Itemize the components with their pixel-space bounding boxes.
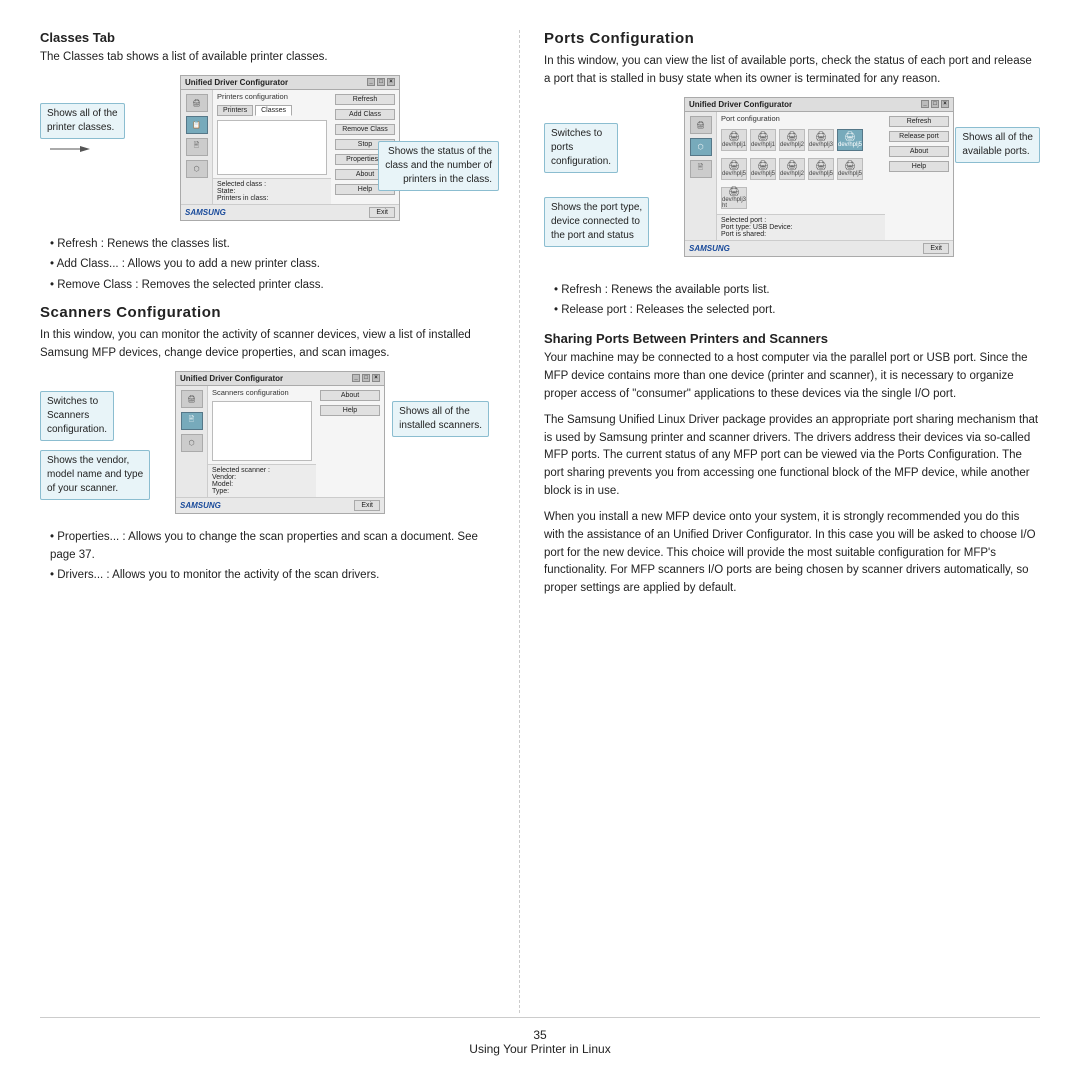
callout-switches-scanners: Switches toScannersconfiguration.: [40, 391, 114, 441]
right-column: Ports Configuration In this window, you …: [520, 30, 1040, 1013]
screenshot-footer: SAMSUNG Exit: [181, 204, 399, 220]
sidebar-ports-icon: ⬡: [690, 138, 712, 156]
sidebar-printer-icon3: 🖨: [690, 116, 712, 134]
ss-tab-printers[interactable]: Printers: [217, 105, 253, 116]
screenshot-titlebar: Unified Driver Configurator _ □ ×: [181, 76, 399, 90]
classes-tab-section: Classes Tab The Classes tab shows a list…: [40, 30, 499, 294]
classes-tab-screenshot-container: Shows all of theprinter classes. Unified…: [40, 75, 499, 221]
sharing-para1: Your machine may be connected to a host …: [544, 350, 1040, 403]
classes-tab-title: Classes Tab: [40, 30, 499, 45]
scanners-bullet-list: Properties... : Allows you to change the…: [50, 528, 499, 585]
sidebar-scan-icon2: 🖹: [690, 160, 712, 178]
callout-class-status: Shows the status of theclass and the num…: [378, 141, 499, 191]
ports-body: In this window, you can view the list of…: [544, 53, 1040, 89]
footer-text: Using Your Printer in Linux: [469, 1042, 610, 1056]
bullet-drivers: Drivers... : Allows you to monitor the a…: [50, 566, 499, 584]
callout-vendor: Shows the vendor,model name and typeof y…: [40, 450, 150, 500]
sharing-para3: When you install a new MFP device onto y…: [544, 509, 1040, 598]
screenshot-sidebar: 🖨 📋 🖹 ⬡: [181, 90, 213, 204]
sharing-para2: The Samsung Unified Linux Driver package…: [544, 412, 1040, 501]
callout-switches-ports: Switches toportsconfiguration.: [544, 123, 618, 173]
ss-ports-help-btn[interactable]: Help: [889, 161, 949, 172]
port-icons-row2: 🖨dev/hplj5 🖨dev/hplj5 🖨dev/hplj2 🖨dev/hp…: [717, 156, 885, 182]
bullet-addclass: Add Class... : Allows you to add a new p…: [50, 255, 499, 273]
callout-printer-classes: Shows all of theprinter classes.: [40, 103, 125, 159]
scanner-list-area: [212, 401, 312, 461]
sidebar-scanner-icon: 🖹: [181, 412, 203, 430]
ss-removeclass-btn[interactable]: Remove Class: [335, 124, 395, 135]
ports-bullet-list: Refresh : Renews the available ports lis…: [554, 281, 1040, 320]
scanners-body: In this window, you can monitor the acti…: [40, 327, 499, 363]
sharing-title: Sharing Ports Between Printers and Scann…: [544, 331, 1040, 346]
bullet-ports-refresh: Refresh : Renews the available ports lis…: [554, 281, 1040, 299]
sidebar-scan-icon: 🖹: [186, 138, 208, 156]
ss-scanner-about-btn[interactable]: About: [320, 390, 380, 401]
bullet-properties: Properties... : Allows you to change the…: [50, 528, 499, 565]
port-icons-row1: 🖨dev/hplj1 🖨dev/hplj1 🖨dev/hplj2 🖨dev/hp…: [717, 127, 885, 153]
ss-addclass-btn[interactable]: Add Class: [335, 109, 395, 120]
classes-list-area: [217, 120, 327, 175]
sharing-section: Sharing Ports Between Printers and Scann…: [544, 331, 1040, 598]
classes-screenshot: Unified Driver Configurator _ □ × 🖨 📋: [180, 75, 400, 221]
port-icons-row3: 🖨dev/hplj3 ht: [717, 185, 885, 211]
ports-sidebar: 🖨 ⬡ 🖹: [685, 112, 717, 240]
ports-title: Ports Configuration: [544, 30, 1040, 47]
bullet-refresh: Refresh : Renews the classes list.: [50, 235, 499, 253]
page-number: 35: [533, 1028, 546, 1042]
ss-exit-btn[interactable]: Exit: [369, 207, 395, 218]
ss-ports-about-btn[interactable]: About: [889, 146, 949, 157]
scanners-screenshot-container: Switches toScannersconfiguration. Unifie…: [40, 371, 499, 514]
bullet-removeclass: Remove Class : Removes the selected prin…: [50, 276, 499, 294]
ss-ports-exit-btn[interactable]: Exit: [923, 243, 949, 254]
ss-ports-refresh-btn[interactable]: Refresh: [889, 116, 949, 127]
sidebar-port-icon: ⬡: [186, 160, 208, 178]
ss-scanner-exit-btn[interactable]: Exit: [354, 500, 380, 511]
scanners-screenshot: Unified Driver Configurator _ □ × 🖨 🖹: [175, 371, 385, 514]
ss-release-port-btn[interactable]: Release port: [889, 131, 949, 142]
scanners-section: Scanners Configuration In this window, y…: [40, 304, 499, 585]
ports-screenshot-container: Switches toportsconfiguration. Unified D…: [544, 97, 1040, 267]
ports-screenshot: Unified Driver Configurator _ □ × 🖨 ⬡: [684, 97, 954, 257]
classes-tab-body: The Classes tab shows a list of availabl…: [40, 49, 499, 67]
two-column-layout: Classes Tab The Classes tab shows a list…: [40, 30, 1040, 1013]
ss-scanner-help-btn[interactable]: Help: [320, 405, 380, 416]
callout-installed-scanners: Shows all of theinstalled scanners.: [392, 401, 489, 437]
ss-refresh-btn[interactable]: Refresh: [335, 94, 395, 105]
callout-arrow-1: [40, 139, 90, 159]
classes-bullet-list: Refresh : Renews the classes list. Add C…: [50, 235, 499, 294]
scanners-title: Scanners Configuration: [40, 304, 499, 321]
sidebar-class-icon: 📋: [186, 116, 208, 134]
sidebar-printer-icon2: 🖨: [181, 390, 203, 408]
ss-tab-classes[interactable]: Classes: [255, 105, 292, 116]
page: Classes Tab The Classes tab shows a list…: [0, 0, 1080, 1080]
page-footer: 35 Using Your Printer in Linux: [40, 1017, 1040, 1060]
sidebar-port-icon2: ⬡: [181, 434, 203, 452]
bullet-release-port: Release port : Releases the selected por…: [554, 301, 1040, 319]
scanners-sidebar: 🖨 🖹 ⬡: [176, 386, 208, 497]
sidebar-printer-icon: 🖨: [186, 94, 208, 112]
left-column: Classes Tab The Classes tab shows a list…: [40, 30, 520, 1013]
callout-available-ports: Shows all of theavailable ports.: [955, 127, 1040, 163]
callout-port-type: Shows the port type,device connected tot…: [544, 197, 649, 247]
ports-section: Ports Configuration In this window, you …: [544, 30, 1040, 319]
